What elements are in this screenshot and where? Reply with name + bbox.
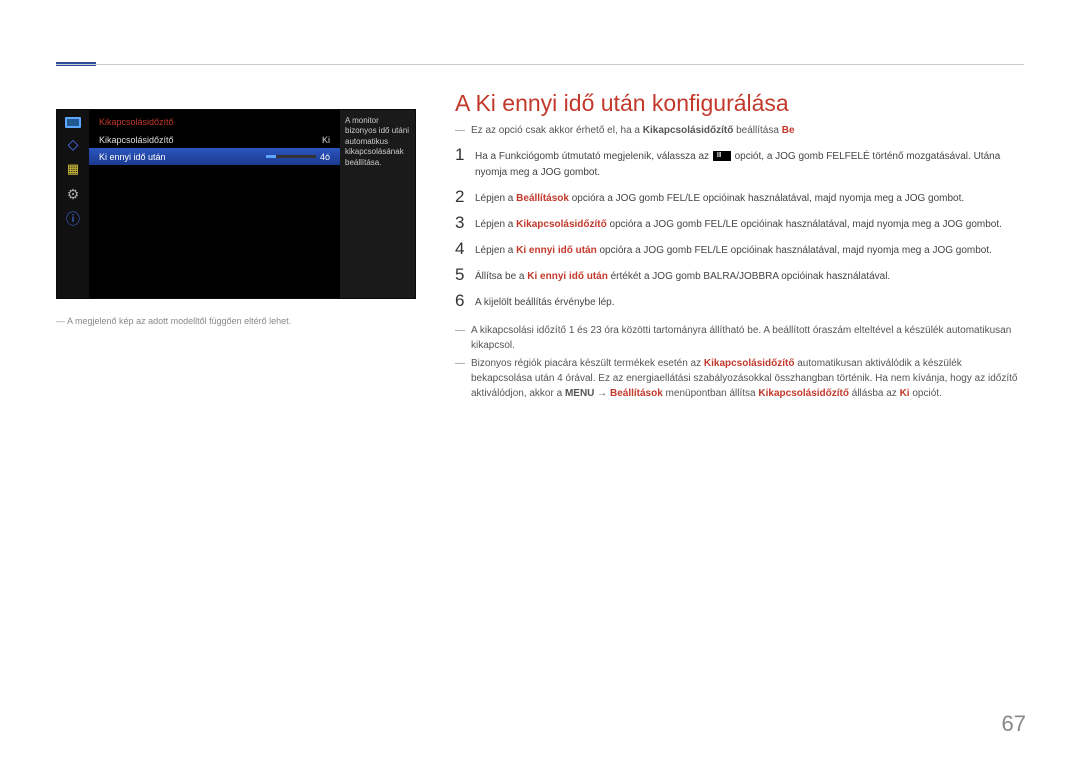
osd-panel-title: Kikapcsolásidőzítő [89,115,340,131]
intro-note: Ez az opció csak akkor érhető el, ha a K… [455,125,1024,136]
osd-row-label: Kikapcsolásidőzítő [99,135,174,145]
step-6: A kijelölt beállítás érvénybe lép. [455,292,1024,311]
footnote-1: A kikapcsolási időzítő 1 és 23 óra közöt… [455,323,1024,353]
compass-icon [64,135,82,153]
content-area: A Ki ennyi idő után konfigurálása Ez az … [455,90,1024,404]
osd-row-label: Ki ennyi idő után [99,152,166,162]
step-5: Állítsa be a Ki ennyi idő után értékét a… [455,266,1024,285]
monitor-icon [65,117,81,128]
osd-screenshot: Kikapcsolásidőzítő Kikapcsolásidőzítő Ki… [56,109,416,299]
menu-icon [713,151,731,161]
page-number: 67 [1002,711,1026,737]
footnotes: A kikapcsolási időzítő 1 és 23 óra közöt… [455,323,1024,401]
step-4: Lépjen a Ki ennyi idő után opcióra a JOG… [455,240,1024,259]
osd-caption: A megjelenő kép az adott modelltől függő… [56,316,291,326]
info-icon [64,210,82,228]
step-3: Lépjen a Kikapcsolásidőzítő opcióra a JO… [455,214,1024,233]
osd-sidebar [57,110,89,298]
osd-row-turn-off-after: Ki ennyi idő után 4ó [89,148,340,165]
header-divider [56,64,1024,65]
osd-slider: 4ó [266,152,330,162]
gear-icon [64,185,82,203]
grid-icon [64,160,82,178]
step-1: Ha a Funkciógomb útmutató megjelenik, vá… [455,146,1024,181]
osd-tooltip: A monitor bizonyos idő utáni automatikus… [340,110,415,298]
footnote-2: Bizonyos régiók piacára készült termékek… [455,356,1024,401]
page-title: A Ki ennyi idő után konfigurálása [455,90,1024,117]
osd-row-value: Ki [322,135,330,145]
osd-main: Kikapcsolásidőzítő Kikapcsolásidőzítő Ki… [89,110,340,298]
osd-row-off-timer: Kikapcsolásidőzítő Ki [89,131,340,148]
step-2: Lépjen a Beállítások opcióra a JOG gomb … [455,188,1024,207]
step-list: Ha a Funkciógomb útmutató megjelenik, vá… [455,146,1024,311]
osd-row-value: 4ó [320,152,330,162]
